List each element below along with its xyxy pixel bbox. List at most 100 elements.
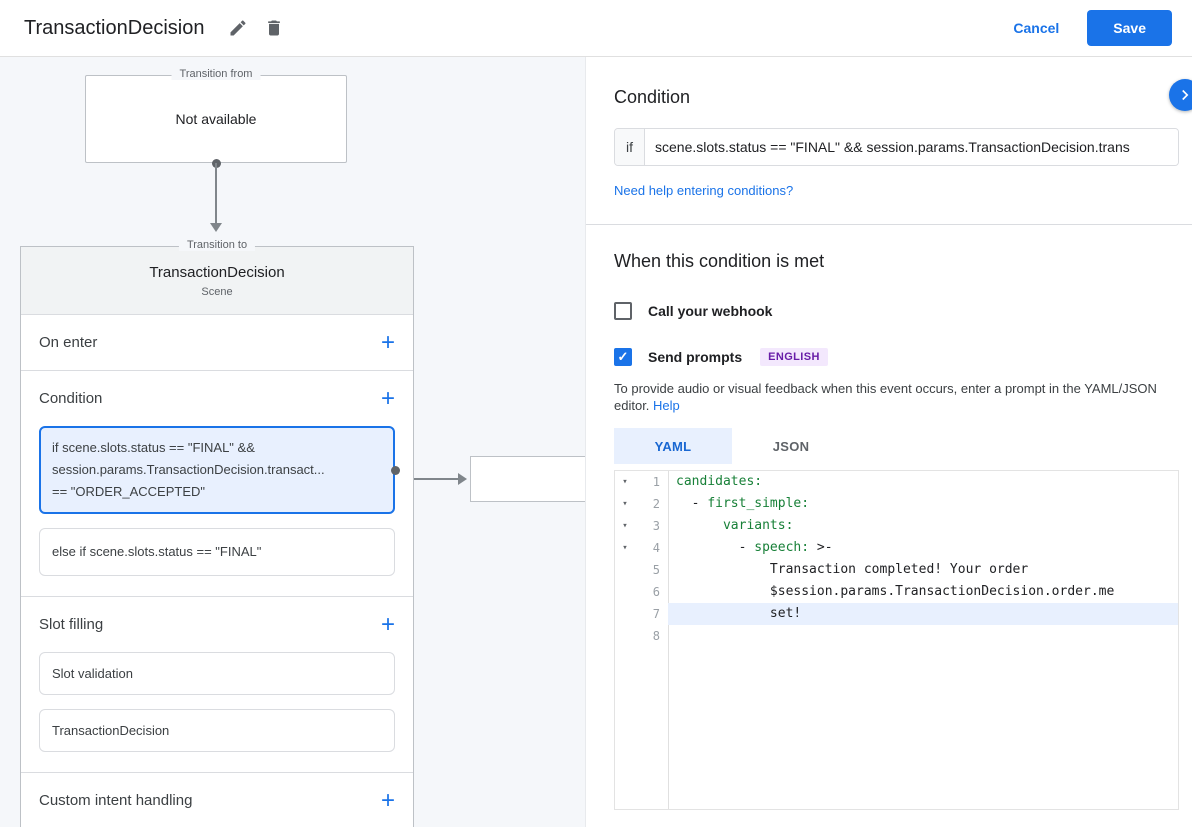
code-line[interactable]: set! (668, 603, 1178, 625)
scene-title: TransactionDecision (149, 264, 284, 281)
webhook-row: Call your webhook (614, 302, 1178, 320)
condition-text-line: == "ORDER_ACCEPTED" (52, 481, 382, 503)
editor-tabs: YAML JSON (614, 428, 1178, 464)
when-condition-met-heading: When this condition is met (614, 251, 1178, 272)
pencil-icon (228, 18, 248, 38)
slot-card-validation[interactable]: Slot validation (39, 652, 395, 695)
custom-intent-title: Custom intent handling (39, 792, 192, 809)
editor-line: 6 $session.params.TransactionDecision.or… (615, 581, 1178, 603)
description-text: To provide audio or visual feedback when… (614, 381, 1157, 413)
prompt-editor-description: To provide audio or visual feedback when… (614, 380, 1176, 414)
code-line[interactable]: $session.params.TransactionDecision.orde… (668, 581, 1178, 603)
editor-line: ▾3 variants: (615, 515, 1178, 537)
condition-detail-panel: Condition if Need help entering conditio… (585, 57, 1192, 827)
transition-arrow-head (210, 223, 222, 232)
condition-arrow-head (458, 473, 467, 485)
condition-section: Condition + if scene.slots.status == "FI… (21, 371, 413, 597)
call-webhook-label[interactable]: Call your webhook (648, 303, 772, 319)
line-number: 1 (635, 471, 668, 493)
condition-card[interactable]: else if scene.slots.status == "FINAL" (39, 528, 395, 576)
fold-arrow-icon[interactable]: ▾ (615, 493, 635, 515)
line-number: 4 (635, 537, 668, 559)
on-enter-title: On enter (39, 334, 97, 351)
send-prompts-checkbox[interactable]: ✓ (614, 348, 632, 366)
fold-gutter-spacer (615, 559, 635, 581)
condition-text-line: else if scene.slots.status == "FINAL" (52, 541, 382, 563)
language-badge: ENGLISH (760, 348, 828, 366)
line-number: 3 (635, 515, 668, 537)
fold-gutter-spacer (615, 625, 635, 647)
trash-icon (264, 18, 284, 38)
scene-canvas: Transition from Not available Transition… (0, 57, 585, 827)
transition-from-node: Transition from Not available (85, 75, 347, 163)
add-condition-button[interactable]: + (381, 387, 395, 411)
condition-section-title: Condition (39, 390, 102, 407)
slot-filling-title: Slot filling (39, 616, 103, 633)
condition-text-line: session.params.TransactionDecision.trans… (52, 459, 382, 481)
if-label: if (615, 129, 645, 165)
line-number: 2 (635, 493, 668, 515)
line-number: 7 (635, 603, 668, 625)
page-title: TransactionDecision (24, 17, 204, 40)
line-number: 5 (635, 559, 668, 581)
add-custom-intent-button[interactable]: + (381, 789, 395, 813)
conditions-help-link[interactable]: Need help entering conditions? (614, 183, 793, 198)
fold-arrow-icon[interactable]: ▾ (615, 537, 635, 559)
fold-gutter-spacer (615, 581, 635, 603)
help-link[interactable]: Help (653, 397, 680, 414)
send-prompts-label[interactable]: Send prompts (648, 349, 742, 365)
chevron-right-icon (1176, 86, 1192, 104)
line-number: 8 (635, 625, 668, 647)
fold-arrow-icon[interactable]: ▾ (615, 471, 635, 493)
header-actions: Cancel Save (1013, 10, 1176, 46)
tab-yaml[interactable]: YAML (614, 428, 732, 464)
panel-divider (586, 224, 1192, 225)
code-line[interactable]: Transaction completed! Your order (668, 559, 1178, 581)
editor-line: 7 set! (615, 603, 1178, 625)
transition-to-label: Transition to (179, 239, 255, 251)
custom-intent-section: Custom intent handling + (21, 773, 413, 827)
fold-arrow-icon[interactable]: ▾ (615, 515, 635, 537)
delete-scene-button[interactable] (256, 10, 292, 46)
condition-expression-row: if (614, 128, 1179, 166)
code-line[interactable]: candidates: (668, 471, 1178, 493)
panel-title: Condition (614, 87, 1178, 108)
editor-line: ▾2 - first_simple: (615, 493, 1178, 515)
transition-target-node[interactable] (470, 456, 585, 502)
fold-gutter-spacer (615, 603, 635, 625)
code-line[interactable]: variants: (668, 515, 1178, 537)
transition-to-card: Transition to TransactionDecision Scene … (20, 246, 414, 827)
yaml-editor-lines: ▾1candidates:▾2 - first_simple:▾3 varian… (615, 471, 1178, 647)
add-slot-button[interactable]: + (381, 613, 395, 637)
code-line[interactable]: - first_simple: (668, 493, 1178, 515)
transition-from-label: Transition from (172, 68, 261, 80)
add-on-enter-button[interactable]: + (381, 331, 395, 355)
editor-line: 8 (615, 625, 1178, 647)
editor-line: 5 Transaction completed! Your order (615, 559, 1178, 581)
connection-dot (391, 466, 400, 475)
transition-from-value: Not available (86, 76, 346, 162)
editor-line: ▾1candidates: (615, 471, 1178, 493)
cancel-button[interactable]: Cancel (1013, 20, 1059, 36)
condition-expression-input[interactable] (645, 129, 1178, 165)
editor-line: ▾4 - speech: >- (615, 537, 1178, 559)
top-bar: TransactionDecision Cancel Save (0, 0, 1192, 57)
edit-name-button[interactable] (220, 10, 256, 46)
transition-arrow-line (215, 163, 217, 223)
editor-body: Transition from Not available Transition… (0, 57, 1192, 827)
code-line[interactable]: - speech: >- (668, 537, 1178, 559)
scene-subtitle: Scene (201, 286, 232, 298)
on-enter-section: On enter + (21, 315, 413, 371)
slot-filling-section: Slot filling + Slot validation Transacti… (21, 597, 413, 773)
slot-card-transaction-decision[interactable]: TransactionDecision (39, 709, 395, 752)
scene-header[interactable]: TransactionDecision Scene (21, 247, 413, 315)
code-line[interactable] (668, 625, 1178, 647)
tab-json[interactable]: JSON (732, 428, 850, 464)
line-number: 6 (635, 581, 668, 603)
save-button[interactable]: Save (1087, 10, 1172, 46)
condition-card-selected[interactable]: if scene.slots.status == "FINAL" && sess… (39, 426, 395, 514)
condition-text-line: if scene.slots.status == "FINAL" && (52, 437, 382, 459)
yaml-editor[interactable]: ▾1candidates:▾2 - first_simple:▾3 varian… (614, 470, 1179, 810)
send-prompts-row: ✓ Send prompts ENGLISH (614, 348, 1178, 366)
call-webhook-checkbox[interactable] (614, 302, 632, 320)
